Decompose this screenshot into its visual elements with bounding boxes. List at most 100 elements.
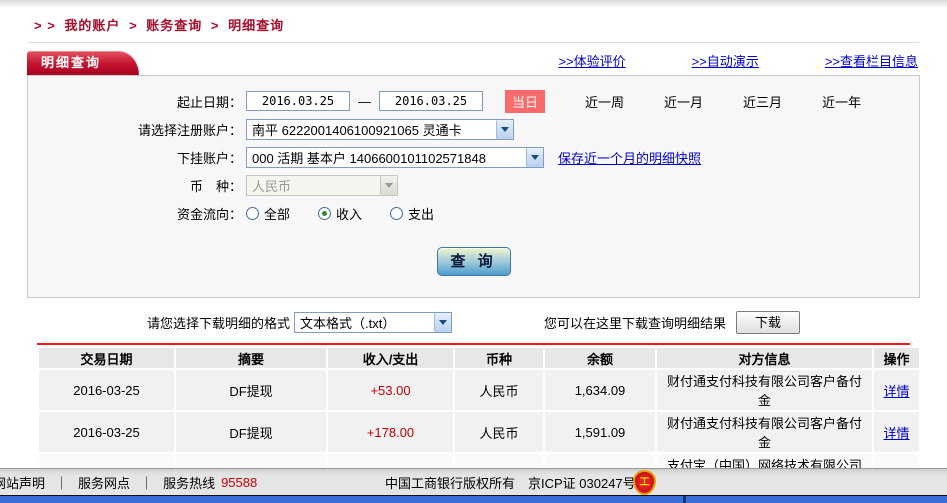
register-account-label: 请选择注册账户： [137,122,242,138]
radio-circle-icon [246,206,259,220]
breadcrumb-prefix: > > [34,18,56,33]
cell-currency: 人民币 [455,370,543,410]
date-from-input[interactable] [246,91,350,111]
quick-range-quarter[interactable]: 近三月 [743,92,782,111]
flow-direction-row: 资金流向： 全部 收入 支出 [28,201,919,225]
chevron-down-icon [434,312,451,332]
cell-currency: 人民币 [455,412,543,452]
cell-balance: 1,634.09 [545,370,655,410]
col-header-amount: 收入/支出 [328,348,453,368]
date-range-row: 起止日期： — 当日 近一周 近一月 近三月 近一年 [28,89,919,113]
cell-counterparty: 财付通支付科技有限公司客户备付金 [657,370,872,410]
radio-all-label: 全部 [264,206,291,222]
breadcrumb-item-my-account[interactable]: 我的账户 [64,18,120,33]
detail-link[interactable]: 详情 [883,384,909,399]
date-range-label: 起止日期： [176,94,242,110]
breadcrumb-item-account-query[interactable]: 账务查询 [146,18,202,33]
sub-account-row: 下挂账户： 000 活期 基本户 1406600101102571848 保存近… [28,145,919,169]
date-range-dash: — [358,93,371,109]
sub-account-value: 000 活期 基本户 1406600101102571848 [252,150,486,166]
chevron-down-icon [496,119,513,139]
footer-copyright: 中国工商银行版权所有 京ICP证 030247号 [385,475,636,491]
cell-summary: DF提现 [176,412,326,452]
register-account-value: 南平 6222001406100921065 灵通卡 [252,122,462,138]
quick-range-week[interactable]: 近一周 [585,92,624,111]
tab-row: 明细查询 >>体验评价 >>自动演示 >>查看栏目信息 [27,51,920,75]
query-form-panel: 起止日期： — 当日 近一周 近一月 近三月 近一年 请选择注册账户： 南平 6… [27,75,920,298]
date-to-input[interactable] [379,91,483,111]
sub-account-select[interactable]: 000 活期 基本户 1406600101102571848 [246,146,544,168]
currency-select-disabled: 人民币 [246,174,398,196]
sub-account-label: 下挂账户： [176,150,242,166]
link-experience-rating[interactable]: >>体验评价 [558,51,625,70]
tab-detail-query[interactable]: 明细查询 [27,51,139,75]
cell-amount: +178.00 [328,412,453,452]
top-gradient-strip [0,0,947,8]
download-format-label: 请您选择下载明细的格式 [146,315,290,331]
col-header-action: 操作 [874,348,919,368]
col-header-summary: 摘要 [176,348,326,368]
chevron-down-icon [380,175,397,195]
col-header-date: 交易日期 [39,348,174,368]
currency-value: 人民币 [252,178,292,194]
download-result-label: 您可以在这里下载查询明细结果 [544,315,727,331]
red-divider [37,343,910,345]
cell-date: 2016-03-25 [39,412,174,452]
query-button-row: 查 询 [28,247,919,276]
cell-counterparty: 财付通支付科技有限公司客户备付金 [657,412,872,452]
col-header-balance: 余额 [545,348,655,368]
footer-hotline-number: 95588 [221,474,258,490]
footer-links: 网站声明 ｜ 服务网点 ｜ 服务热线 95588 [0,473,257,492]
chevron-down-icon [526,147,543,167]
col-header-counterparty: 对方信息 [657,348,872,368]
footer-separator: ｜ [55,475,69,491]
footer-link-branches[interactable]: 服务网点 [78,473,130,492]
radio-expense-label: 支出 [408,206,435,222]
link-column-info[interactable]: >>查看栏目信息 [825,51,918,70]
footer: 网站声明 ｜ 服务网点 ｜ 服务热线 95588 中国工商银行版权所有 京ICP… [0,468,947,503]
flow-radio-group: 全部 收入 支出 [246,204,462,223]
quick-range-year[interactable]: 近一年 [822,92,861,111]
breadcrumb-separator: > [129,18,138,33]
breadcrumb: > > 我的账户 > 账务查询 > 明细查询 [28,8,919,43]
table-row: 2016-03-25 DF提现 +178.00 人民币 1,591.09 财付通… [39,412,919,452]
table-header-row: 交易日期 摘要 收入/支出 币种 余额 对方信息 操作 [39,348,919,368]
radio-circle-icon [390,206,404,220]
header-links: >>体验评价 >>自动演示 >>查看栏目信息 [558,51,918,70]
radio-expense[interactable]: 支出 [390,204,434,223]
footer-band: 网站声明 ｜ 服务网点 ｜ 服务热线 95588 中国工商银行版权所有 京ICP… [0,468,947,495]
save-snapshot-link[interactable]: 保存近一个月的明细快照 [558,148,701,167]
radio-circle-icon [318,206,332,220]
breadcrumb-separator: > [210,18,220,33]
footer-link-statement[interactable]: 网站声明 [0,473,45,492]
cell-amount: +53.00 [328,370,453,410]
col-header-currency: 币种 [455,348,543,368]
icbc-seal-icon[interactable]: 工 [633,470,656,495]
table-row: 2016-03-25 DF提现 +53.00 人民币 1,634.09 财付通支… [39,370,919,410]
download-row: 请您选择下载明细的格式 文本格式（.txt） 您可以在这里下载查询明细结果 下载 [27,307,920,337]
cell-balance: 1,591.09 [545,412,655,452]
download-format-value: 文本格式（.txt） [300,315,396,331]
footer-separator: ｜ [140,475,154,491]
currency-label: 币 种： [189,178,242,194]
register-account-select[interactable]: 南平 6222001406100921065 灵通卡 [246,118,514,140]
radio-income-label: 收入 [336,206,363,222]
quick-range-today-button[interactable]: 当日 [505,89,546,113]
footer-bar-divider [683,496,686,503]
flow-direction-label: 资金流向： [176,206,242,222]
currency-row: 币 种： 人民币 [28,173,919,197]
link-auto-demo[interactable]: >>自动演示 [692,51,759,70]
radio-all[interactable]: 全部 [246,204,290,223]
breadcrumb-item-detail-query[interactable]: 明细查询 [228,18,284,33]
radio-income[interactable]: 收入 [318,204,362,223]
query-button[interactable]: 查 询 [436,247,511,276]
detail-link[interactable]: 详情 [883,426,909,441]
footer-blue-bar [0,495,947,503]
register-account-row: 请选择注册账户： 南平 6222001406100921065 灵通卡 [28,117,919,141]
download-format-select[interactable]: 文本格式（.txt） [294,311,452,333]
download-button[interactable]: 下载 [736,310,801,334]
quick-range-month[interactable]: 近一月 [664,92,703,111]
footer-hotline-label: 服务热线 [163,475,216,491]
cell-date: 2016-03-25 [39,370,174,410]
cell-summary: DF提现 [176,370,326,410]
